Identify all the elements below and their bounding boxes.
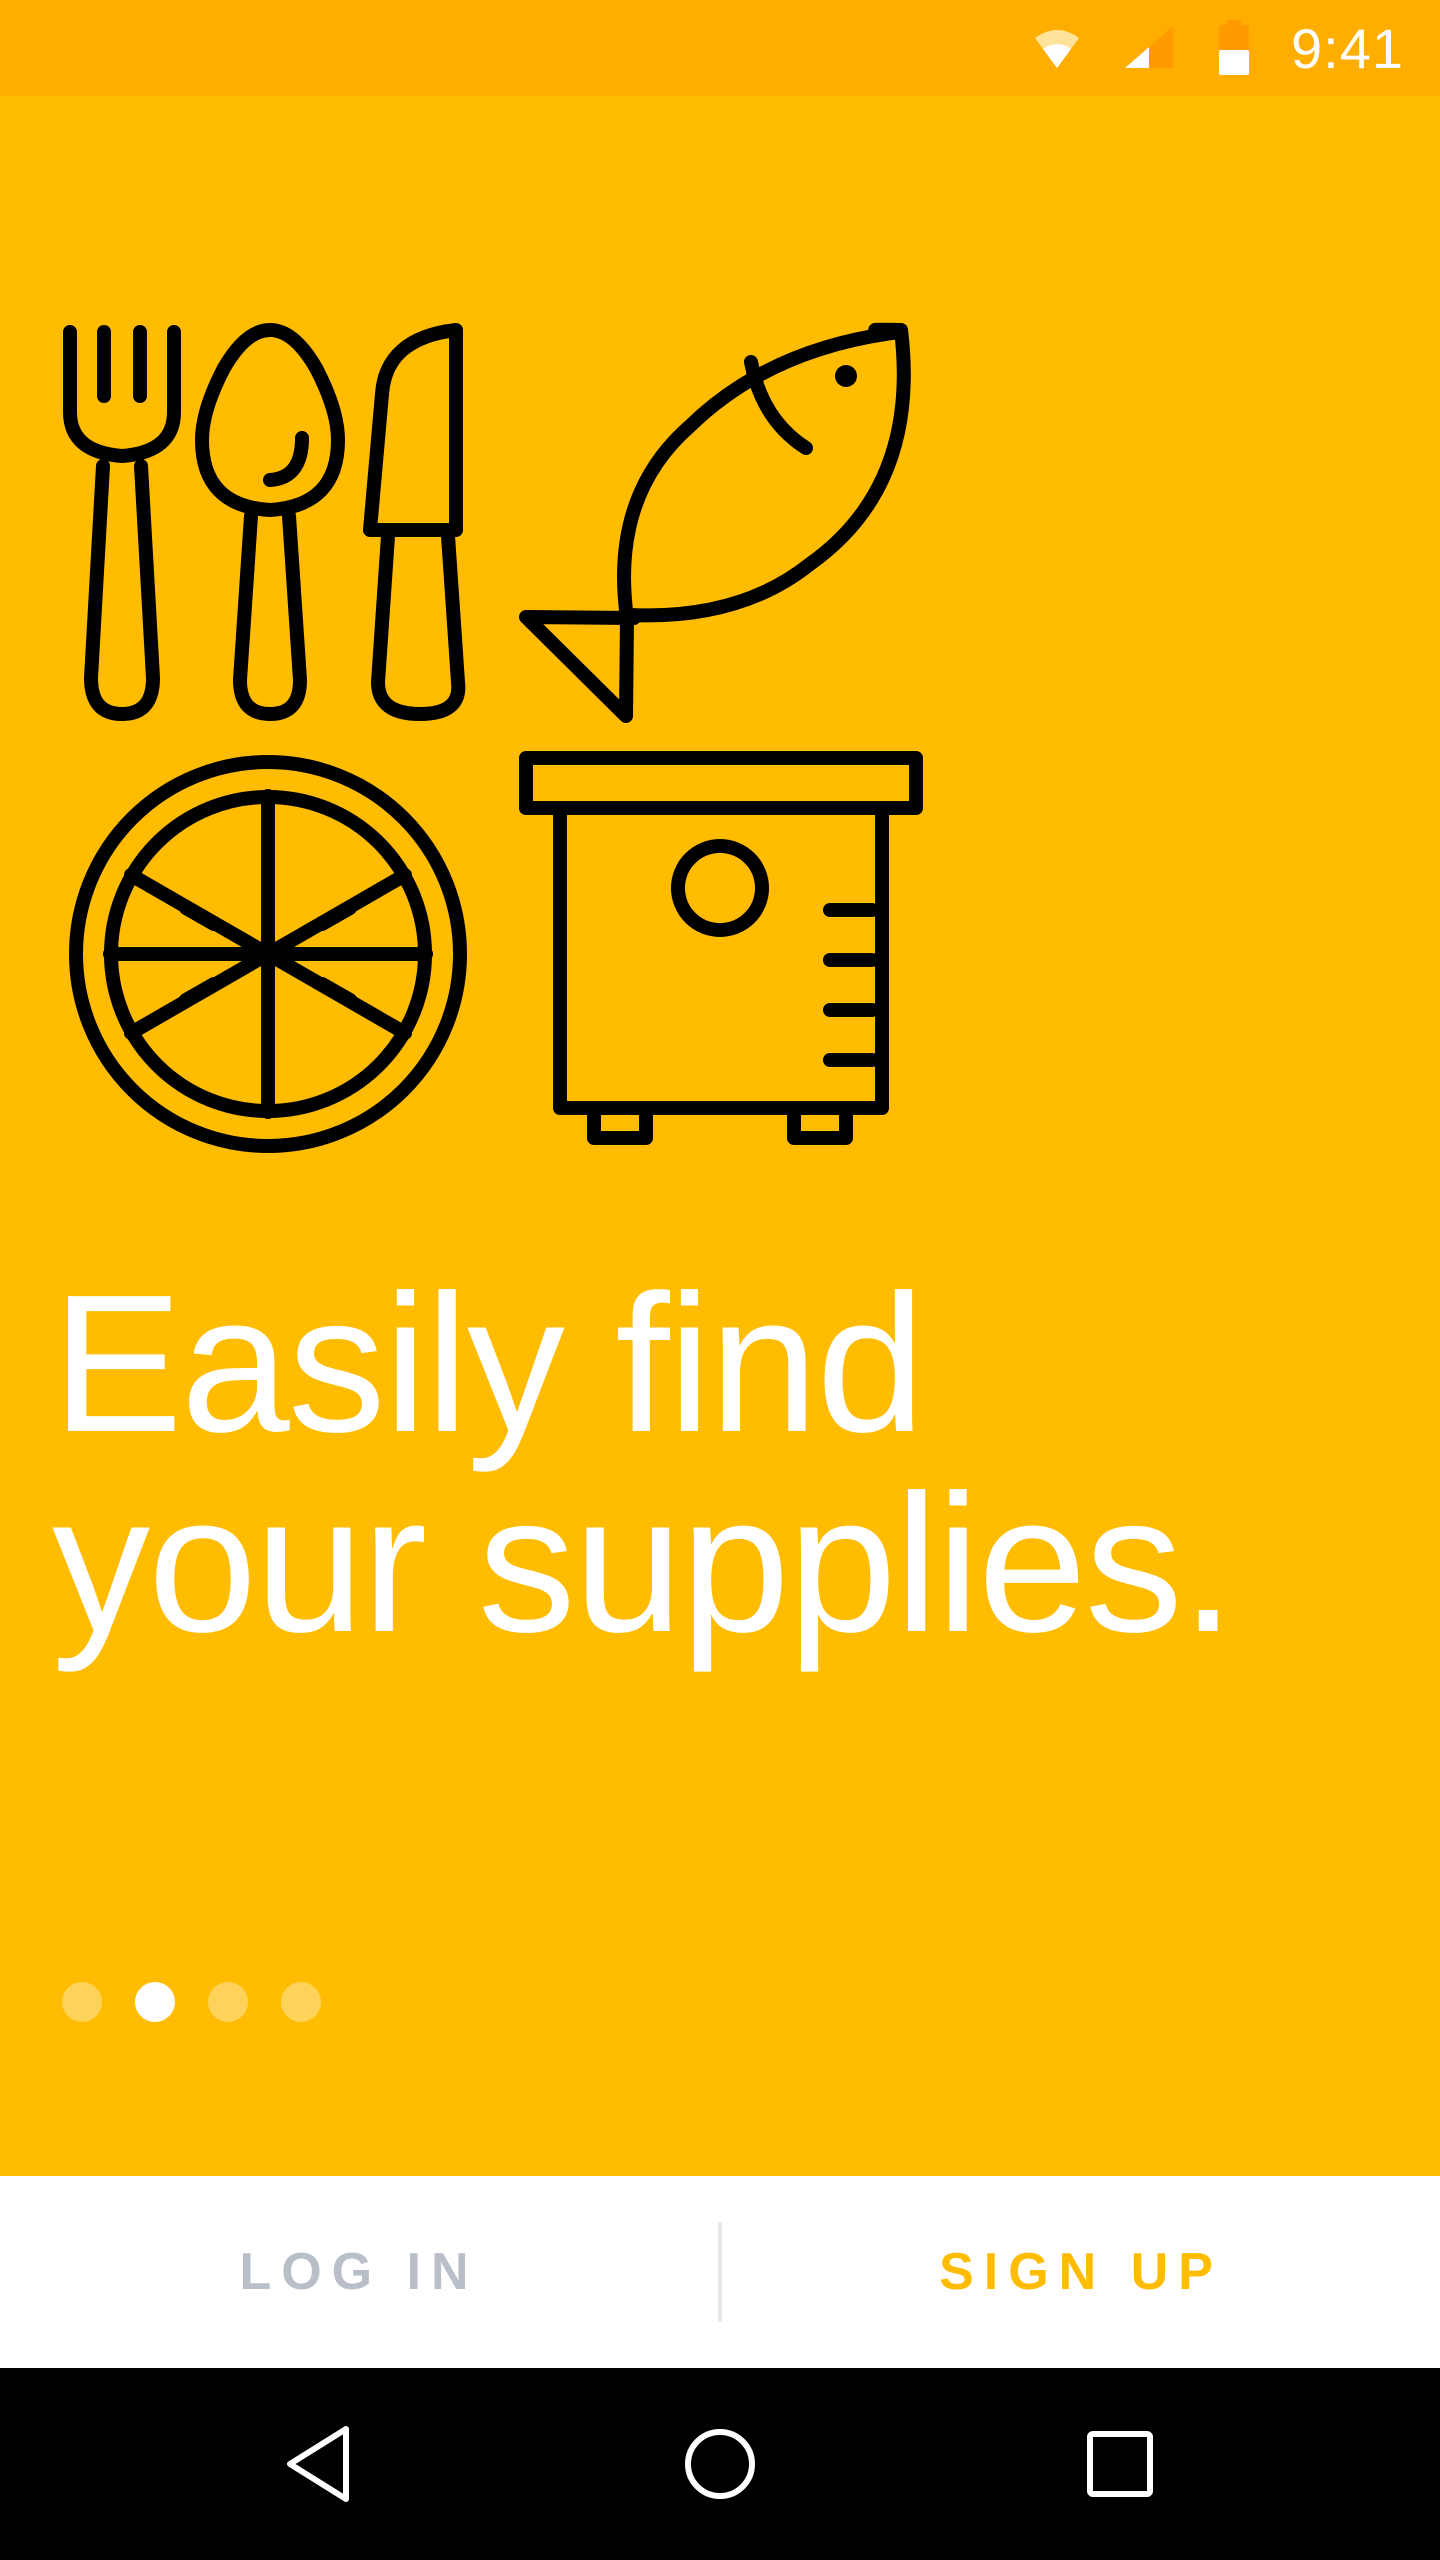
onboarding-panel: Easily find your supplies. [0,96,1440,2176]
fish-icon [519,322,911,723]
battery-icon [1219,20,1249,75]
back-icon [287,2426,349,2502]
page-dot-2-active[interactable] [135,1982,175,2022]
signup-button[interactable]: SIGN UP [722,2176,1440,2368]
lemon-icon [69,755,467,1153]
fork-icon [63,325,181,721]
home-icon [685,2429,755,2499]
knife-icon [363,323,466,721]
headline-line-2: your supplies. [52,1454,1235,1673]
spoon-icon [195,323,345,721]
navigation-bar [0,2368,1440,2560]
page-dot-1[interactable] [62,1982,102,2022]
headline: Easily find your supplies. [52,1264,1352,1664]
wifi-icon [1035,30,1079,68]
recents-button[interactable] [1020,2368,1220,2560]
signal-icon [1125,26,1173,68]
status-bar: 9:41 [0,0,1440,96]
headline-line-1: Easily find [52,1254,925,1473]
appliance-icon [519,751,923,1145]
page-indicator [62,1982,321,2022]
home-button[interactable] [620,2368,820,2560]
onboarding-illustration [63,322,923,1153]
page-dot-3[interactable] [208,1982,248,2022]
auth-action-bar: LOG IN SIGN UP [0,2176,1440,2368]
status-icons: 9:41 [1033,0,1404,96]
page-dot-4[interactable] [281,1982,321,2022]
login-button[interactable]: LOG IN [0,2176,718,2368]
back-button[interactable] [220,2368,420,2560]
recents-icon [1087,2431,1153,2497]
clock: 9:41 [1291,16,1404,80]
